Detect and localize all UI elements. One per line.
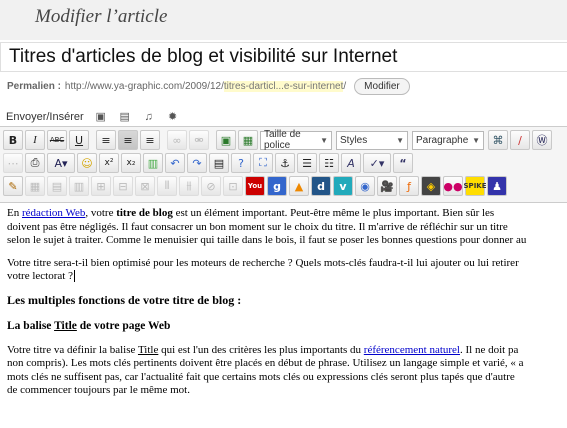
cforms-icon[interactable]: ∕: [510, 130, 530, 150]
more-tag-icon[interactable]: ⋯: [3, 153, 23, 173]
edit-permalink-button[interactable]: Modifier: [354, 78, 410, 95]
anchor-icon[interactable]: ⚓: [275, 153, 295, 173]
heading-balise-title: La balise Title de votre page Web: [7, 319, 171, 332]
unlink-icon[interactable]: ⚮: [189, 130, 209, 150]
wordpress-icon[interactable]: Ⓦ: [532, 130, 552, 150]
styles-label: Styles: [340, 134, 368, 146]
subscript-button[interactable]: x₂: [121, 153, 141, 173]
permalink-trailing: /: [343, 81, 347, 92]
strikethrough-button[interactable]: ABC: [47, 130, 67, 150]
spellcheck-dropdown-icon[interactable]: ✓▾: [363, 153, 391, 173]
paragraph-select[interactable]: Paragraphe ▼: [412, 130, 484, 150]
special-char-icon[interactable]: ▥: [143, 153, 163, 173]
superscript-button[interactable]: x²: [99, 153, 119, 173]
toolbar-row-2: ⋯ ⎙ A▾ ☺ x² x₂ ▥ ↶ ↷ ▤ ? ⛶ ⚓ ☰ ☷ A ✓▾ “: [3, 152, 415, 174]
font-size-label: Taille de police: [264, 129, 301, 151]
row-after-icon[interactable]: ⊟: [113, 176, 133, 196]
post-title-input[interactable]: Titres d'articles de blog et visibilité …: [0, 42, 567, 72]
delete-row-icon[interactable]: ⊠: [135, 176, 155, 196]
styles-select[interactable]: Styles ▼: [336, 130, 408, 150]
media-insert-row: Envoyer/Insérer ▣ ▤ ♫ ✹: [6, 110, 180, 124]
insert-image-icon[interactable]: ▣: [216, 130, 236, 150]
fullscreen-icon[interactable]: ⛶: [253, 153, 273, 173]
toolbar-row-3: ✎ ▦ ▤ ▥ ⊞ ⊟ ⊠ ⫴ ⫵ ⊘ ⊡ You g ▲ d v ◉ 🎥 ƒ …: [3, 175, 509, 197]
media-icon[interactable]: ✹: [166, 110, 180, 123]
quicktime-icon[interactable]: ◉: [355, 176, 375, 196]
flickr-icon[interactable]: ●●: [443, 176, 463, 196]
link-icon[interactable]: ∞: [167, 130, 187, 150]
permalink-base: http://www.ya-graphic.com/2009/12/: [64, 81, 224, 92]
row-before-icon[interactable]: ⊞: [91, 176, 111, 196]
chevron-down-icon: ▼: [472, 135, 480, 145]
numbered-list-icon[interactable]: ☷: [319, 153, 339, 173]
page-header: Modifier l’article: [0, 0, 567, 40]
edit-icon[interactable]: ✎: [3, 176, 23, 196]
paste-text-icon[interactable]: ▤: [209, 153, 229, 173]
spellcheck-icon[interactable]: A: [341, 153, 361, 173]
google-video-icon[interactable]: g: [267, 176, 287, 196]
referencement-naturel-link[interactable]: référencement naturel: [364, 344, 460, 356]
text-cursor: [73, 270, 75, 282]
row-props-icon[interactable]: ▤: [47, 176, 67, 196]
paragraph-label: Paragraphe: [416, 134, 469, 146]
font-size-select[interactable]: Taille de police ▼: [260, 129, 332, 151]
chevron-down-icon: ▼: [396, 135, 404, 145]
editor: B I ABC U ≡ ≡ ≡ ∞ ⚮ ▣ ▦ Taille de police…: [0, 126, 567, 428]
flash-icon[interactable]: ƒ: [399, 176, 419, 196]
video-icon[interactable]: ▤: [118, 110, 132, 123]
align-right-icon[interactable]: ≡: [140, 130, 160, 150]
blockquote-button[interactable]: “: [393, 153, 413, 173]
bullet-list-icon[interactable]: ☰: [297, 153, 317, 173]
vimeo-icon[interactable]: v: [333, 176, 353, 196]
spike-icon[interactable]: SPIKE: [464, 176, 487, 196]
youtube-icon[interactable]: You: [245, 176, 265, 196]
underline-button[interactable]: U: [69, 130, 89, 150]
chevron-down-icon: ▼: [320, 135, 328, 145]
insert-label: Envoyer/Insérer: [6, 110, 84, 123]
permalink-slug[interactable]: titres-darticl...e-sur-internet: [223, 81, 344, 92]
audio-icon[interactable]: ♫: [142, 111, 156, 123]
cell-props-icon[interactable]: ▥: [69, 176, 89, 196]
italic-button[interactable]: I: [25, 130, 45, 150]
text-color-icon[interactable]: A▾: [47, 153, 75, 173]
code-icon[interactable]: ⌘: [488, 130, 508, 150]
bold-button[interactable]: B: [3, 130, 23, 150]
video-camera-icon[interactable]: 🎥: [377, 176, 397, 196]
align-center-icon[interactable]: ≡: [118, 130, 138, 150]
image-icon[interactable]: ▣: [94, 110, 108, 123]
paragraph-3: Votre titre va définir la balise Title q…: [7, 343, 524, 397]
merge-cells-icon[interactable]: ⊡: [223, 176, 243, 196]
editor-content[interactable]: En rédaction Web, votre titre de blog es…: [0, 202, 567, 428]
paragraph-2: Votre titre sera-t-il bien optimisé pour…: [7, 256, 519, 282]
undo-button[interactable]: ↶: [165, 153, 185, 173]
help-icon[interactable]: ?: [231, 153, 251, 173]
toolbar-row-1: B I ABC U ≡ ≡ ≡ ∞ ⚮ ▣ ▦ Taille de police…: [3, 129, 554, 151]
paragraph-1: En rédaction Web, votre titre de blog es…: [7, 207, 527, 246]
print-icon[interactable]: ⎙: [25, 153, 45, 173]
align-left-icon[interactable]: ≡: [96, 130, 116, 150]
permalink-row: Permalien : http://www.ya-graphic.com/20…: [7, 78, 410, 95]
windows-media-icon[interactable]: ◈: [421, 176, 441, 196]
heading-fonctions: Les multiples fonctions de votre titre d…: [7, 292, 242, 307]
col-after-icon[interactable]: ⫵: [179, 176, 199, 196]
delete-col-icon[interactable]: ⊘: [201, 176, 221, 196]
metacafe-icon[interactable]: ▲: [289, 176, 309, 196]
col-before-icon[interactable]: ⫴: [157, 176, 177, 196]
redo-button[interactable]: ↷: [187, 153, 207, 173]
redaction-web-link[interactable]: rédaction Web: [22, 207, 85, 219]
insert-media-icon[interactable]: ▦: [238, 130, 258, 150]
permalink-label: Permalien :: [7, 81, 61, 92]
page-title: Modifier l’article: [35, 6, 168, 27]
table-icon[interactable]: ▦: [25, 176, 45, 196]
dailymotion-icon[interactable]: d: [311, 176, 331, 196]
emoticon-icon[interactable]: ☺: [77, 153, 97, 173]
users-icon[interactable]: ♟: [487, 176, 507, 196]
